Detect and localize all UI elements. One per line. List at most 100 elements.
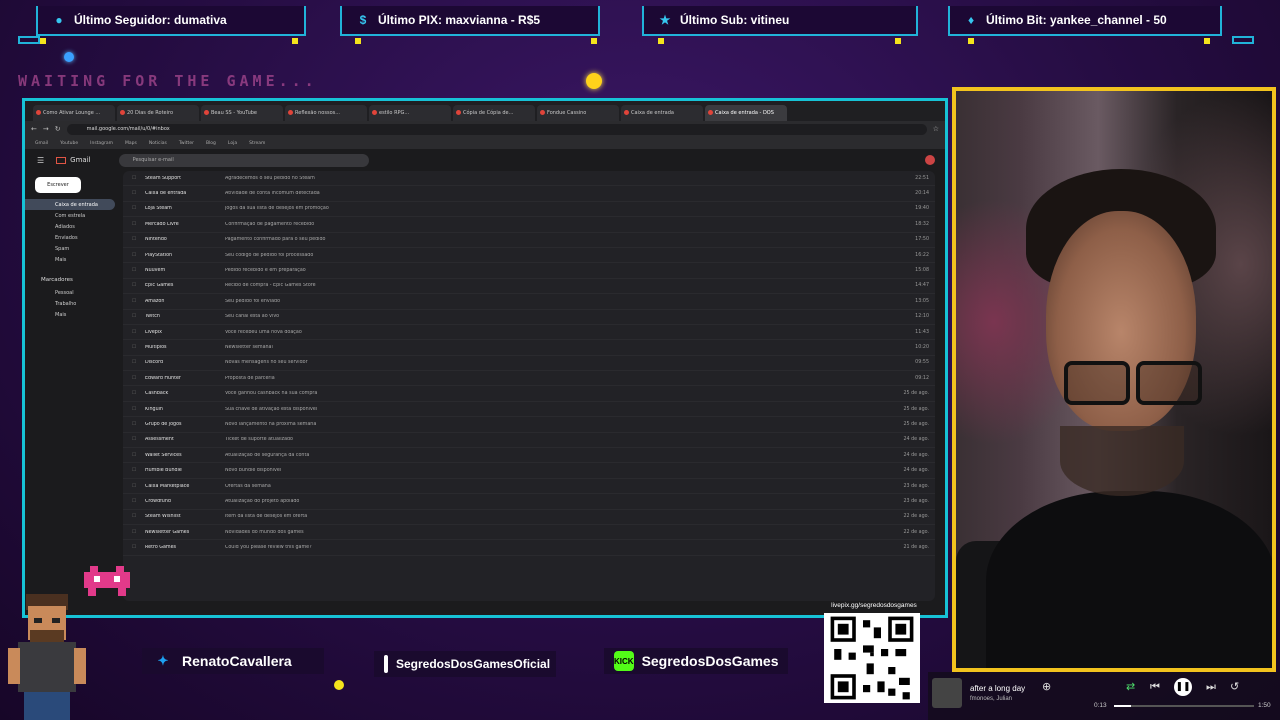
checkbox-icon[interactable]: ☐ [123, 422, 145, 427]
sidebar-item-more[interactable]: Mais [25, 254, 121, 265]
reload-icon[interactable]: ↻ [55, 125, 61, 133]
bookmark[interactable]: Loja [228, 141, 237, 146]
sidebar-item-inbox[interactable]: Caixa de entrada [25, 199, 115, 210]
email-row[interactable]: ☐ Crowdfund Atualização do projeto apoiado… [123, 494, 935, 510]
checkbox-icon[interactable]: ☐ [123, 176, 145, 181]
sidebar-item-snoozed[interactable]: Adiados [25, 221, 121, 232]
checkbox-icon[interactable]: ☐ [123, 299, 145, 304]
checkbox-icon[interactable]: ☐ [123, 484, 145, 489]
browser-tab[interactable]: estilo RPG... [369, 105, 451, 121]
sidebar-item-spam[interactable]: Spam [25, 243, 121, 254]
bookmark[interactable]: Maps [125, 141, 137, 146]
pause-button[interactable]: ❚❚ [1174, 678, 1192, 696]
email-row[interactable]: ☐ Epic Games Recibo de compra - Epic Games… [123, 279, 935, 295]
email-row[interactable]: ☐ Multiplos Newsletter semanal 10:20 [123, 340, 935, 356]
checkbox-icon[interactable]: ☐ [123, 530, 145, 535]
checkbox-icon[interactable]: ☐ [123, 514, 145, 519]
checkbox-icon[interactable]: ☐ [123, 453, 145, 458]
star-icon[interactable]: ☆ [933, 125, 939, 133]
next-icon[interactable]: ⏭ [1206, 680, 1216, 694]
email-row[interactable]: ☐ Livepix Você recebeu uma nova doação 11:4… [123, 325, 935, 341]
bookmark[interactable]: Stream [249, 141, 265, 146]
checkbox-icon[interactable]: ☐ [123, 345, 145, 350]
checkbox-icon[interactable]: ☐ [123, 222, 145, 227]
checkbox-icon[interactable]: ☐ [123, 268, 145, 273]
twitter-handle: RenatoCavallera [182, 653, 292, 669]
address-bar[interactable]: mail.google.com/mail/u/0/#inbox [66, 123, 927, 135]
checkbox-icon[interactable]: ☐ [123, 206, 145, 211]
email-row[interactable]: ☐ Caixa de entrada Atividade de conta inco… [123, 186, 935, 202]
bookmark[interactable]: Instagram [90, 141, 113, 146]
email-row[interactable]: ☐ Edward Hunter Proposta de parceria 09:12 [123, 371, 935, 387]
email-row[interactable]: ☐ Retro Games Could you please review this… [123, 540, 935, 556]
label-item[interactable]: Mais [25, 309, 121, 320]
label-item[interactable]: Trabalho [25, 298, 121, 309]
deco-dot [591, 38, 597, 44]
email-row[interactable]: ☐ Twitch Seu canal está ao vivo 12:10 [123, 310, 935, 325]
email-row[interactable]: ☐ Steam Wishlist Item da lista de desejos … [123, 510, 935, 525]
checkbox-icon[interactable]: ☐ [123, 237, 145, 242]
browser-tab[interactable]: Reflexão nossos... [285, 105, 367, 121]
compose-button[interactable]: Escrever [35, 177, 81, 193]
browser-tab-active[interactable]: Caixa de entrada - DOS [705, 105, 787, 121]
bookmark[interactable]: Gmail [35, 141, 48, 146]
email-row[interactable]: ☐ Humble Bundle Novo bundle disponível 24 d… [123, 463, 935, 479]
bookmark[interactable]: Blog [206, 141, 216, 146]
email-row[interactable]: ☐ Caixa Marketplace Ofertas da semana 23 de… [123, 479, 935, 495]
checkbox-icon[interactable]: ☐ [123, 376, 145, 381]
bookmark[interactable]: Noticias [149, 141, 167, 146]
email-row[interactable]: ☐ Kinguin Sua chave de ativação está dispo… [123, 402, 935, 418]
sidebar-item-starred[interactable]: Com estrela [25, 210, 121, 221]
browser-tab[interactable]: Fondue Cassino [537, 105, 619, 121]
avatar[interactable] [925, 155, 935, 165]
checkbox-icon[interactable]: ☐ [123, 314, 145, 319]
email-row[interactable]: ☐ Newsletter Games Novidades do mundo dos … [123, 525, 935, 541]
gem-icon: ♦ [967, 13, 975, 27]
gmail-search-input[interactable]: Pesquisar e-mail [118, 153, 369, 167]
email-row[interactable]: ☐ Amazon Seu pedido foi enviado 13:05 [123, 294, 935, 310]
previous-icon[interactable]: ⏮ [1150, 680, 1160, 694]
browser-tab[interactable]: Beau SS - YouTube [201, 105, 283, 121]
checkbox-icon[interactable]: ☐ [123, 283, 145, 288]
kick-icon: KICK [614, 651, 634, 671]
bookmark[interactable]: Twitter [179, 141, 194, 146]
email-row[interactable]: ☐ Assessment Ticket de suporte atualizado 2… [123, 433, 935, 449]
checkbox-icon[interactable]: ☐ [123, 437, 145, 442]
repeat-icon[interactable]: ↺ [1230, 680, 1239, 693]
email-row[interactable]: ☐ Nuuvem Pedido recebido e em preparação 15… [123, 263, 935, 279]
sidebar-item-sent[interactable]: Enviados [25, 232, 121, 243]
email-row[interactable]: ☐ Discord Novas mensagens no seu servidor 0… [123, 356, 935, 372]
qr-code[interactable] [824, 613, 920, 703]
bookmark[interactable]: Youtube [60, 141, 78, 146]
menu-icon[interactable]: ☰ [37, 156, 44, 165]
progress-track[interactable] [1114, 705, 1254, 707]
checkbox-icon[interactable]: ☐ [123, 191, 145, 196]
gmail-logo[interactable]: Gmail [56, 156, 91, 164]
email-row[interactable]: ☐ Cashback Você ganhou cashback na sua com… [123, 386, 935, 402]
shuffle-icon[interactable]: ⇄ [1126, 680, 1135, 693]
email-row[interactable]: ☐ Grupo de jogos Novo lançamento na próxim… [123, 417, 935, 433]
checkbox-icon[interactable]: ☐ [123, 391, 145, 396]
checkbox-icon[interactable]: ☐ [123, 360, 145, 365]
email-row[interactable]: ☐ Mercado Livre Confirmação de pagamento r… [123, 217, 935, 233]
back-icon[interactable]: ← [31, 125, 37, 133]
add-icon[interactable]: ⊕ [1042, 680, 1051, 693]
checkbox-icon[interactable]: ☐ [123, 407, 145, 412]
email-row[interactable]: ☐ Wallet Services Atualização de segurança… [123, 448, 935, 464]
checkbox-icon[interactable]: ☐ [123, 545, 145, 550]
checkbox-icon[interactable]: ☐ [123, 499, 145, 504]
qr-donation: livepix.gg/segredosdosgames [824, 602, 924, 716]
email-row[interactable]: ☐ Steam Support Agradecemos o seu pedido n… [123, 171, 935, 187]
email-row[interactable]: ☐ PlayStation Seu código de pedido foi pro… [123, 248, 935, 264]
browser-tab[interactable]: 20 Dias de Roteiro [117, 105, 199, 121]
email-row[interactable]: ☐ Nintendo Pagamento confirmado para o seu… [123, 233, 935, 248]
browser-tab[interactable]: Caixa de entrada [621, 105, 703, 121]
forward-icon[interactable]: → [43, 125, 49, 133]
browser-tab[interactable]: Como Ativar Lounge ... [33, 105, 115, 121]
browser-tab[interactable]: Cópia de Cópia de... [453, 105, 535, 121]
email-row[interactable]: ☐ Loja Steam Jogos da sua lista de desejos… [123, 202, 935, 218]
checkbox-icon[interactable]: ☐ [123, 253, 145, 258]
checkbox-icon[interactable]: ☐ [123, 330, 145, 335]
label-item[interactable]: Pessoal [25, 287, 121, 298]
checkbox-icon[interactable]: ☐ [123, 468, 145, 473]
